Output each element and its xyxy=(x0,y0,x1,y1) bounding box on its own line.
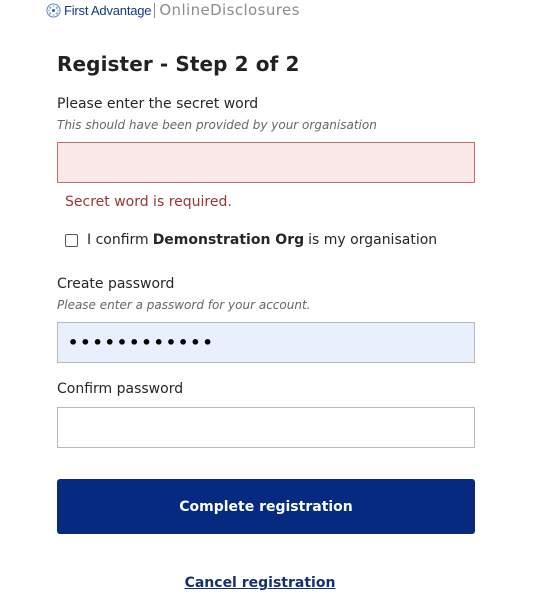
confirm-organisation-checkbox[interactable] xyxy=(65,233,78,247)
create-password-hint: Please enter a password for your account… xyxy=(57,298,311,312)
cancel-registration-link[interactable]: Cancel registration xyxy=(0,575,520,591)
secret-word-error: Secret word is required. xyxy=(65,194,232,210)
secret-word-input[interactable] xyxy=(57,142,475,183)
confirm-organisation-row: I confirm Demonstration Org is my organi… xyxy=(65,232,437,248)
globe-icon xyxy=(46,2,61,18)
registration-page: First Advantage OnlineDisclosures Regist… xyxy=(0,0,535,608)
organisation-name: Demonstration Org xyxy=(152,232,305,248)
create-password-label: Create password xyxy=(57,276,175,292)
site-header: First Advantage OnlineDisclosures xyxy=(46,0,300,20)
create-password-input[interactable] xyxy=(57,322,475,363)
confirm-prefix: I confirm xyxy=(87,232,149,248)
confirm-password-input[interactable] xyxy=(57,407,475,448)
confirm-password-label: Confirm password xyxy=(57,381,184,397)
page-title: Register - Step 2 of 2 xyxy=(57,52,300,76)
secret-word-label: Please enter the secret word xyxy=(57,96,259,112)
app-name: OnlineDisclosures xyxy=(159,1,300,19)
complete-registration-button[interactable]: Complete registration xyxy=(57,479,475,534)
secret-word-hint: This should have been provided by your o… xyxy=(57,118,377,132)
confirm-suffix: is my organisation xyxy=(308,232,438,248)
brand-name: First Advantage xyxy=(64,2,152,18)
brand-divider xyxy=(154,2,156,18)
